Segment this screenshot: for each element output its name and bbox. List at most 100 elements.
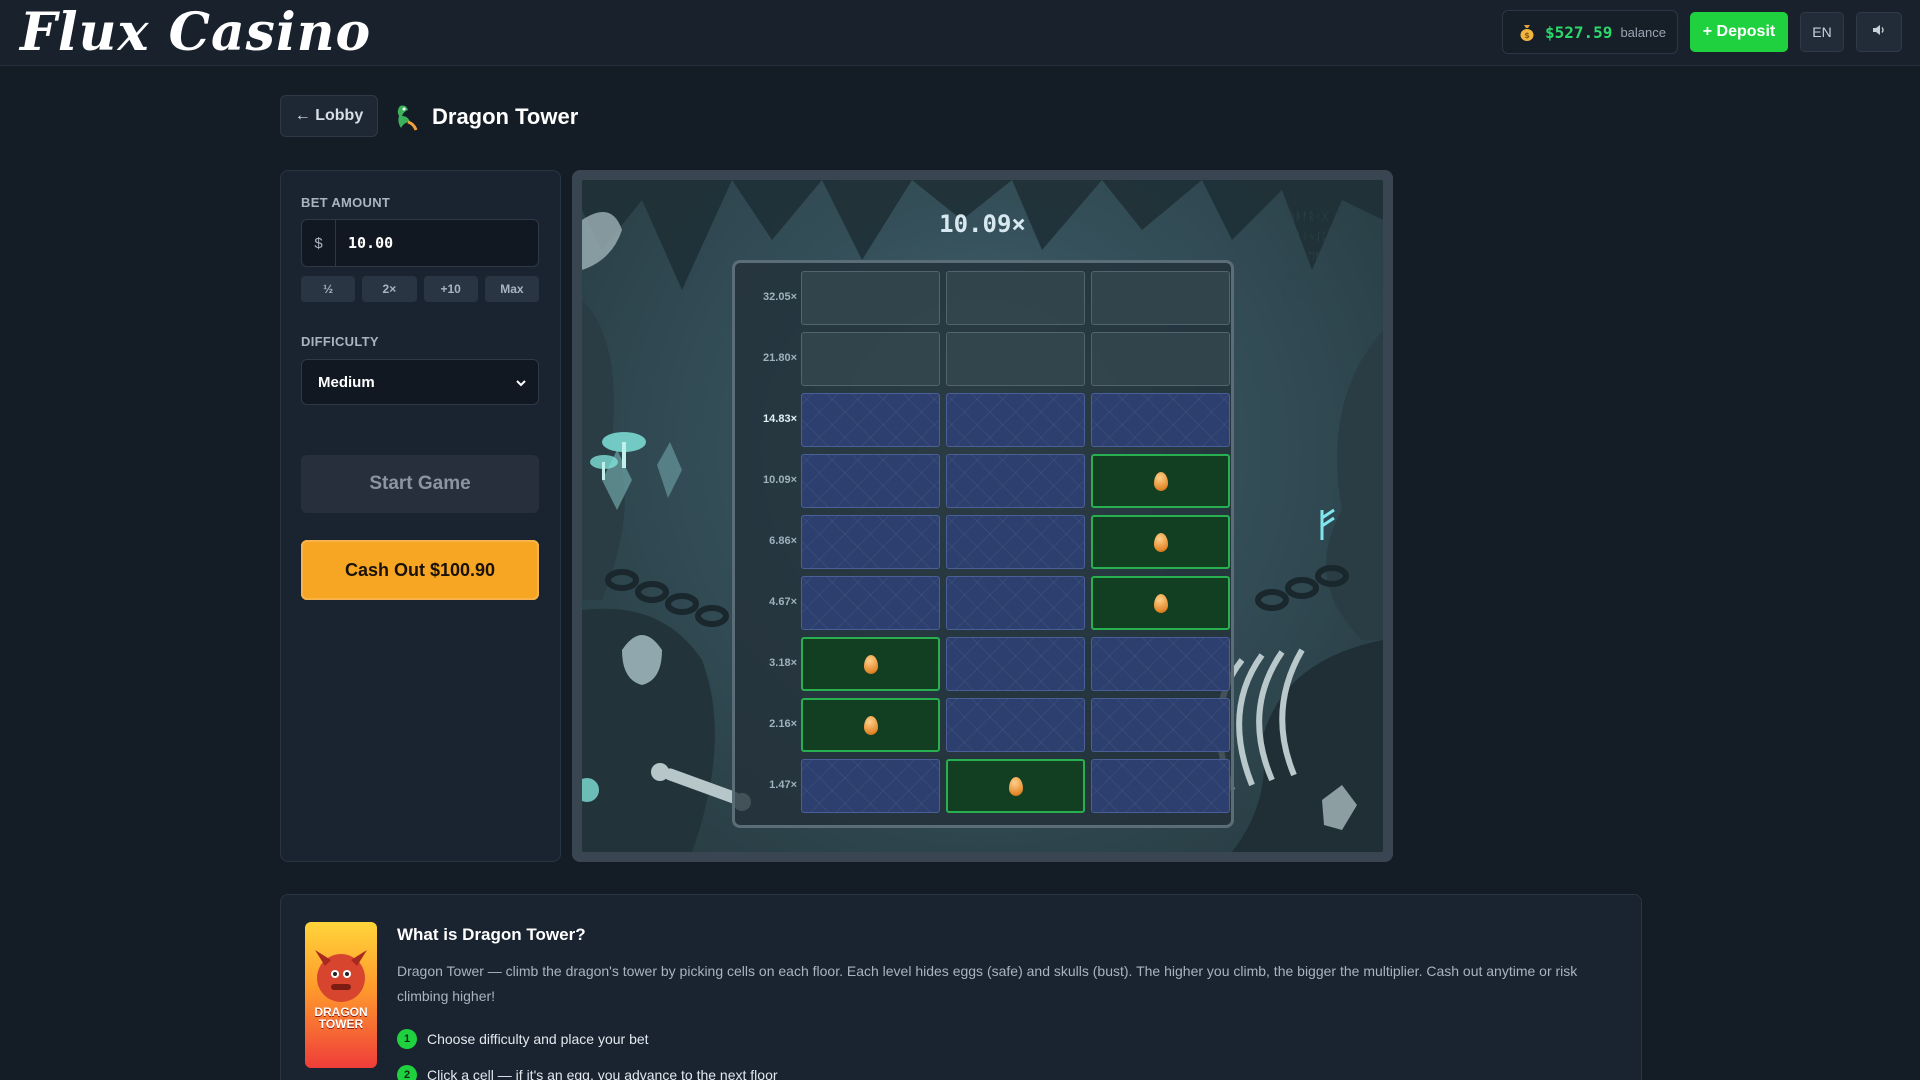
difficulty-value: Medium (318, 373, 375, 391)
svg-text:ᛜᛞᛟᚠᚢᚦᚨ: ᛜᛞᛟᚠᚢᚦᚨ (1282, 270, 1328, 283)
tower-cell-open[interactable] (946, 393, 1085, 447)
tower-grid: 32.05× 21.80× 14.83× 10.09× 6.86× 4.67× 3.18× 2… (732, 260, 1234, 828)
balance-display: $ $527.59 balance (1502, 10, 1678, 54)
tower-cell-open (1091, 637, 1230, 691)
bet-quick-buttons: ½ 2× +10 Max (301, 276, 539, 302)
game-info-card: DRAGON TOWER What is Dragon Tower? Drago… (280, 894, 1642, 1080)
sound-toggle-button[interactable] (1856, 12, 1902, 52)
tower-cell-egg (801, 637, 940, 691)
language-button[interactable]: EN (1800, 12, 1844, 52)
egg-icon (863, 654, 878, 674)
cash-out-button[interactable]: Cash Out $100.90 (301, 540, 539, 600)
tower-cell-open (1091, 698, 1230, 752)
step-item: 2 Click a cell — if it's an egg, you adv… (397, 1065, 778, 1080)
bet-amount-input[interactable]: $ 10.00 (301, 219, 539, 267)
balance-label: balance (1620, 24, 1666, 40)
current-multiplier: 10.09× (939, 210, 1026, 238)
tower-cell-egg (1091, 515, 1230, 569)
thumbnail-title: DRAGON TOWER (305, 1006, 377, 1030)
egg-icon (1153, 593, 1168, 613)
max-bet-button[interactable]: Max (484, 276, 539, 302)
tower-cell-locked (946, 271, 1085, 325)
tower-row: 1.47× (735, 757, 1231, 813)
chevron-down-icon (516, 374, 526, 391)
row-multiplier: 32.05× (763, 291, 797, 303)
tower-cell-open (946, 637, 1085, 691)
tower-row: 14.83× (735, 391, 1231, 447)
money-bag-icon: $ (1519, 23, 1535, 41)
dragon-icon (392, 102, 420, 132)
tower-cell-open (946, 698, 1085, 752)
game-frame: ᚠᚢᚦᚨᚱᚲᚷᚹᚺᚾᛁᛃᛇᛈᛉᛊᛏᛒᛖᛗᛚ ᛜᛞᛟᚠᚢᚦᚨᚱᚲᚷᚹᚺᚾᛁ (572, 170, 1393, 862)
tower-cell-open (801, 515, 940, 569)
step-item: 1 Choose difficulty and place your bet (397, 1029, 649, 1049)
bet-controls-panel: BET AMOUNT $ 10.00 ½ 2× +10 Max DIFFICUL… (280, 170, 561, 862)
tower-cell-locked (1091, 332, 1230, 386)
row-multiplier: 3.18× (769, 657, 797, 669)
tower-row: 6.86× (735, 513, 1231, 569)
step-text: Choose difficulty and place your bet (427, 1031, 649, 1047)
step-number: 1 (397, 1029, 417, 1049)
back-to-lobby-button[interactable]: ← Lobby (280, 95, 378, 137)
tower-cell-egg (946, 759, 1085, 813)
row-multiplier: 2.16× (769, 718, 797, 730)
difficulty-label: DIFFICULTY (301, 334, 379, 349)
speaker-icon (1872, 23, 1886, 42)
tower-cell-open[interactable] (801, 393, 940, 447)
step-text: Click a cell — if it's an egg, you advan… (427, 1067, 778, 1080)
tower-cell-open (801, 576, 940, 630)
deposit-button[interactable]: + Deposit (1690, 12, 1788, 52)
game-thumbnail[interactable]: DRAGON TOWER (305, 922, 377, 1068)
row-multiplier: 6.86× (769, 535, 797, 547)
tower-cell-locked (801, 271, 940, 325)
tower-cell-open (801, 759, 940, 813)
tower-row: 32.05× (735, 269, 1231, 325)
tower-cell-egg (1091, 454, 1230, 508)
double-bet-button[interactable]: 2× (362, 276, 417, 302)
tower-row: 3.18× (735, 635, 1231, 691)
egg-icon (863, 715, 878, 735)
add-ten-button[interactable]: +10 (423, 276, 478, 302)
tower-row: 2.16× (735, 696, 1231, 752)
tower-cell-egg (801, 698, 940, 752)
top-bar: Flux Casino $ $527.59 balance + Deposit … (0, 0, 1920, 66)
balance-amount: $527.59 (1545, 22, 1613, 42)
tower-row: 10.09× (735, 452, 1231, 508)
dragon-cave-scene: ᚠᚢᚦᚨᚱᚲᚷᚹᚺᚾᛁᛃᛇᛈᛉᛊᛏᛒᛖᛗᛚ ᛜᛞᛟᚠᚢᚦᚨᚱᚲᚷᚹᚺᚾᛁ (582, 180, 1383, 852)
page-title: Dragon Tower (432, 104, 579, 129)
bet-amount-value[interactable]: 10.00 (336, 234, 393, 252)
tower-cell-open (801, 454, 940, 508)
svg-text:$: $ (1524, 31, 1530, 40)
difficulty-select[interactable]: Medium (301, 359, 539, 405)
egg-icon (1153, 471, 1168, 491)
row-multiplier: 10.09× (763, 474, 797, 486)
thumbnail-title-line-2: TOWER (318, 1017, 364, 1031)
tower-cell-locked (801, 332, 940, 386)
egg-icon (1153, 532, 1168, 552)
casino-logo[interactable]: Flux Casino (20, 2, 371, 63)
row-multiplier: 14.83× (763, 413, 797, 425)
tower-row: 4.67× (735, 574, 1231, 630)
tower-cell-locked (946, 332, 1085, 386)
tower-row: 21.80× (735, 330, 1231, 386)
bet-amount-label: BET AMOUNT (301, 195, 391, 210)
row-multiplier: 21.80× (763, 352, 797, 364)
tower-cell-open (946, 454, 1085, 508)
info-title: What is Dragon Tower? (397, 925, 586, 944)
tower-cell-open (946, 576, 1085, 630)
tower-cell-egg (1091, 576, 1230, 630)
svg-text:ᛉᛊᛏᛒᛖᛗᛚ: ᛉᛊᛏᛒᛖᛗᛚ (1282, 250, 1328, 263)
start-game-button[interactable]: Start Game (301, 455, 539, 513)
currency-symbol: $ (302, 220, 336, 266)
tower-cell-locked (1091, 271, 1230, 325)
half-bet-button[interactable]: ½ (301, 276, 356, 302)
egg-icon (1008, 776, 1023, 796)
tower-cell-open[interactable] (1091, 393, 1230, 447)
thumbnail-dragon-art (315, 950, 367, 1002)
row-multiplier: 1.47× (769, 779, 797, 791)
row-multiplier: 4.67× (769, 596, 797, 608)
step-number: 2 (397, 1065, 417, 1080)
tower-cell-open (1091, 759, 1230, 813)
info-description: Dragon Tower — climb the dragon's tower … (397, 963, 1578, 1004)
tower-cell-open (946, 515, 1085, 569)
